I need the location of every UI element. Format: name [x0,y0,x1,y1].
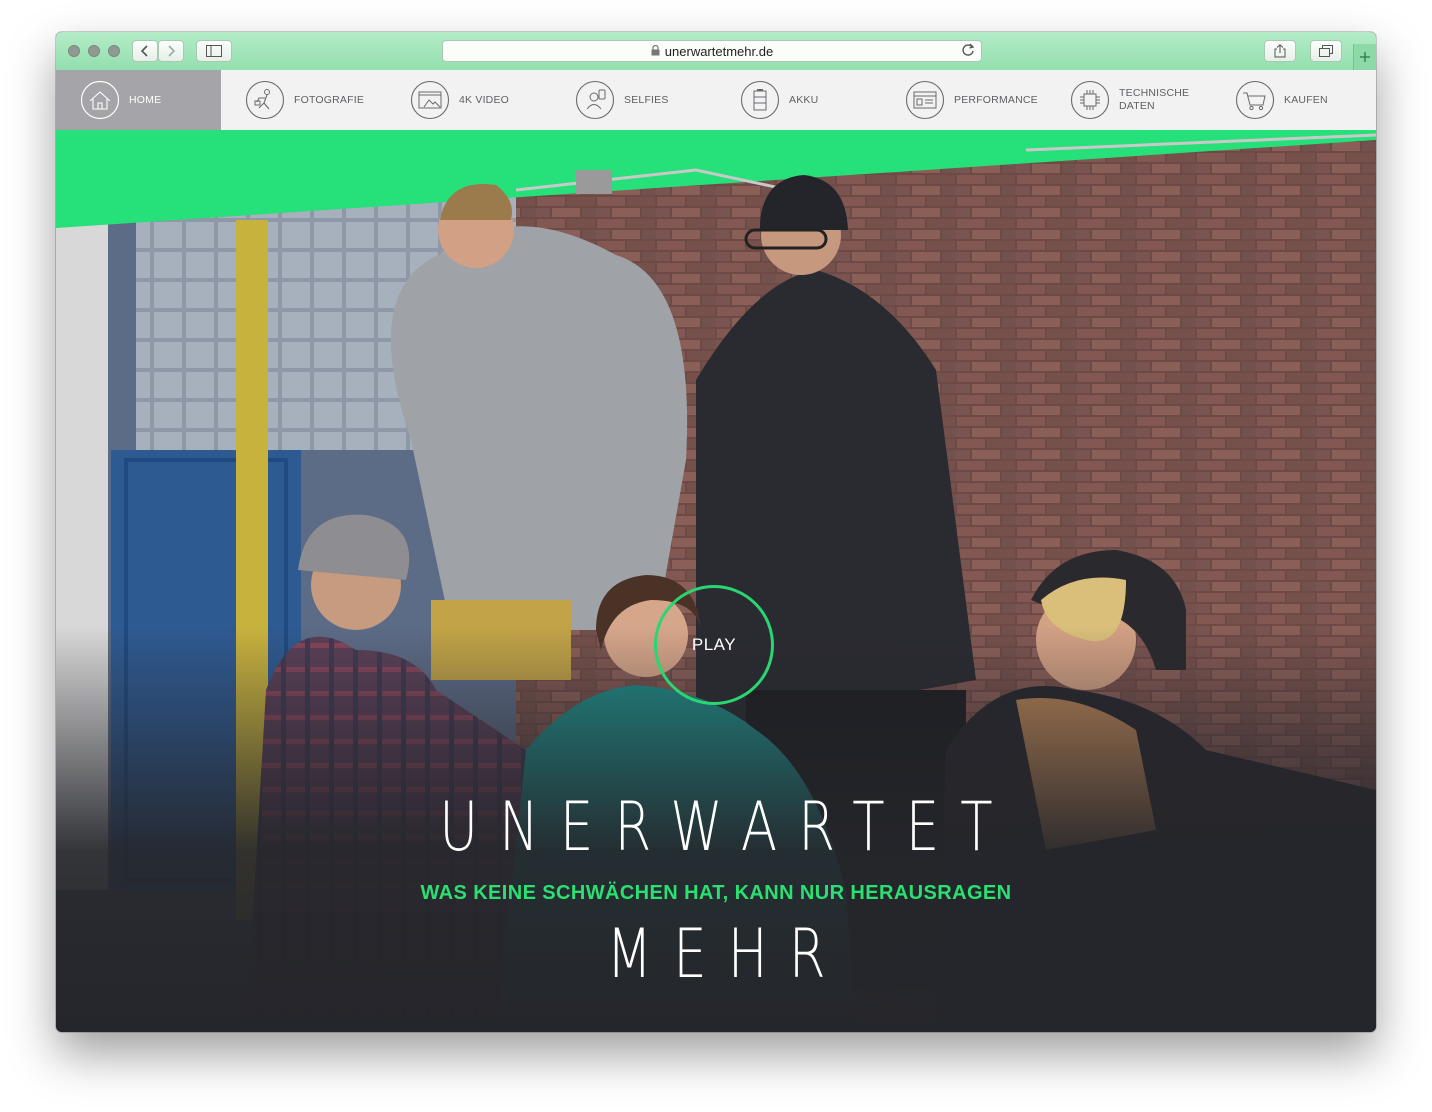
chevron-left-icon [140,45,148,57]
battery-icon [740,80,780,120]
nav-label-home: HOME [129,93,162,106]
nav-label-4k-video: 4K VIDEO [459,93,510,106]
nav-label-performance: PERFORMANCE [954,93,1038,106]
zoom-window-button[interactable] [108,45,120,57]
play-button[interactable]: PLAY [654,585,774,705]
plus-icon [1360,52,1370,62]
headline-bottom: MEHR [606,915,847,994]
nav-label-technische-daten: TECHNISCHE DATEN [1119,87,1190,112]
house-icon [80,80,120,120]
nav-item-4k-video[interactable]: 4K VIDEO [386,70,551,130]
headline-top: UNERWARTET [439,788,1014,867]
browser-toolbar: unerwartetmehr.de [56,32,1376,71]
tabs-overview-button[interactable] [1310,40,1342,62]
browser-window: unerwartetmehr.de HOME FOTOGRAFIE 4K VID… [56,32,1376,1032]
nav-item-selfies[interactable]: SELFIES [551,70,716,130]
tagline: WAS KEINE SCHWÄCHEN HAT, KANN NUR HERAUS… [420,882,1012,904]
nav-label-selfies: SELFIES [624,93,669,106]
nav-label-akku: AKKU [789,93,819,106]
new-tab-button[interactable] [1353,44,1376,70]
hero-section: PLAY UNERWARTET WAS KEINE SCHWÄCHEN HAT,… [56,130,1376,1032]
share-icon [1274,44,1286,58]
performance-icon [905,80,945,120]
nav-item-performance[interactable]: PERFORMANCE [881,70,1046,130]
address-bar[interactable]: unerwartetmehr.de [442,40,982,62]
close-window-button[interactable] [68,45,80,57]
video-icon [410,80,450,120]
sidebar-toggle-button[interactable] [196,40,232,62]
sidebar-icon [206,45,222,57]
chevron-right-icon [168,45,176,57]
nav-item-kaufen[interactable]: KAUFEN [1211,70,1376,130]
minimize-window-button[interactable] [88,45,100,57]
lock-icon [651,44,660,59]
selfie-icon [575,80,615,120]
share-button[interactable] [1264,40,1296,62]
nav-item-fotografie[interactable]: FOTOGRAFIE [221,70,386,130]
forward-button[interactable] [158,40,184,62]
nav-label-kaufen: KAUFEN [1284,93,1328,106]
chip-icon [1070,80,1110,120]
nav-item-home[interactable]: HOME [56,70,221,130]
reload-icon[interactable] [961,43,975,60]
camera-person-icon [245,80,285,120]
main-navigation: HOME FOTOGRAFIE 4K VIDEO SELFIES AKKU PE… [56,70,1376,130]
back-button[interactable] [132,40,158,62]
tabs-icon [1319,45,1333,57]
url-text: unerwartetmehr.de [664,43,774,59]
nav-label-fotografie: FOTOGRAFIE [294,93,365,106]
nav-item-akku[interactable]: AKKU [716,70,881,130]
cart-icon [1235,80,1275,120]
nav-item-technische-daten[interactable]: TECHNISCHE DATEN [1046,70,1211,130]
